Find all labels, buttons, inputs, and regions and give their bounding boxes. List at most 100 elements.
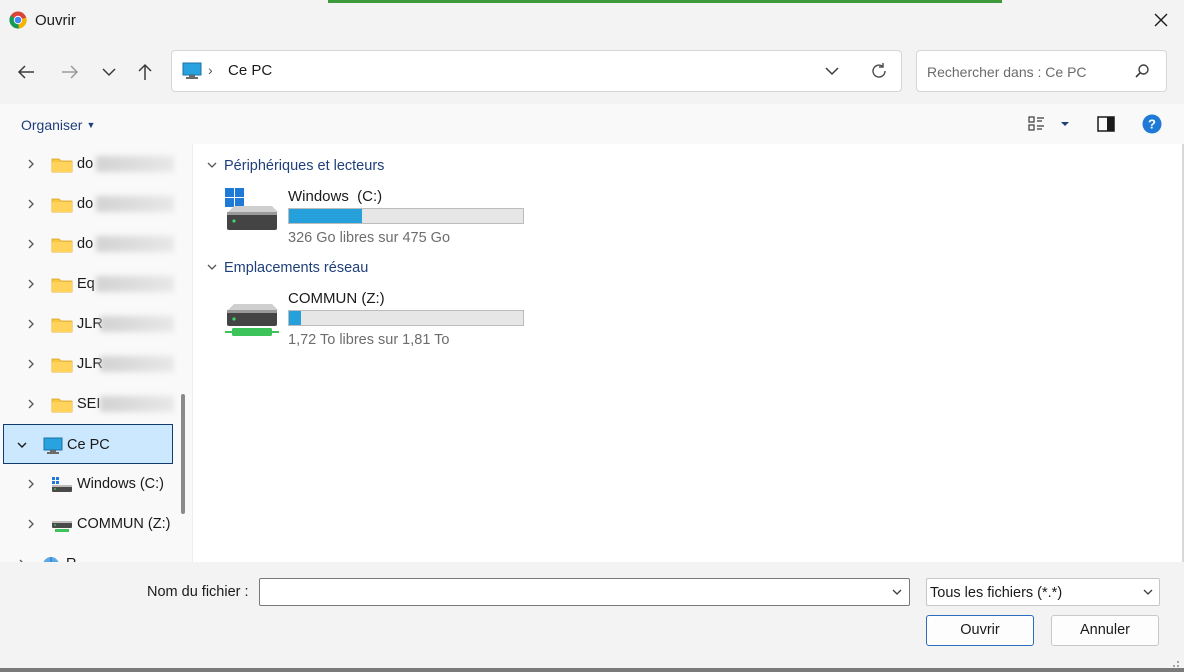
svg-text:?: ? <box>1148 117 1156 132</box>
chevron-down-icon[interactable] <box>97 60 121 84</box>
chevron-down-icon <box>207 162 217 168</box>
breadcrumb-location[interactable]: Ce PC <box>228 62 272 79</box>
chevron-right-icon[interactable] <box>25 237 37 251</box>
redacted-text <box>100 356 174 372</box>
sidebar-item-label: Ce PC <box>67 437 110 453</box>
sidebar-item-folder[interactable]: JLR <box>0 344 175 384</box>
chevron-right-icon[interactable] <box>25 277 37 291</box>
resize-grip-icon[interactable] <box>1170 658 1180 668</box>
windows-drive-icon <box>225 188 278 230</box>
preview-pane-icon[interactable] <box>1096 115 1116 133</box>
sidebar-item-label: Eq <box>77 276 95 292</box>
redacted-text <box>96 196 174 212</box>
folder-icon <box>51 318 73 333</box>
filename-combobox <box>259 578 910 606</box>
search-box <box>916 50 1167 92</box>
sidebar-item-this-pc[interactable]: Ce PC <box>3 424 173 464</box>
drive-free-space: 326 Go libres sur 475 Go <box>288 230 451 246</box>
sidebar-item-network[interactable]: R <box>0 544 175 562</box>
chevron-right-icon[interactable] <box>25 477 37 491</box>
title-bar: Ouvrir <box>0 0 1184 40</box>
chevron-down-icon[interactable] <box>822 61 842 81</box>
content-pane: Périphériques et lecteurs Windows (C:) 3… <box>194 144 1182 562</box>
window-title: Ouvrir <box>35 12 76 29</box>
sidebar-item-label: JLR <box>77 356 103 372</box>
drive-usage-bar <box>288 208 524 224</box>
drive-name: COMMUN (Z:) <box>288 290 385 307</box>
sidebar-item-label: do <box>77 236 94 252</box>
filetype-value: Tous les fichiers (*.*) <box>930 585 1063 601</box>
dialog-footer: Nom du fichier : Tous les fichiers (*.*)… <box>0 562 1184 672</box>
folder-icon <box>51 398 73 413</box>
chevron-down-icon[interactable] <box>890 585 904 599</box>
filename-label: Nom du fichier : <box>147 584 249 600</box>
folder-icon <box>51 238 73 253</box>
address-bar[interactable]: › Ce PC <box>171 50 902 92</box>
redacted-text <box>100 316 174 332</box>
drive-usage-bar <box>288 310 524 326</box>
sidebar-item-label: COMMUN (Z:) <box>77 516 171 532</box>
folder-icon <box>51 158 73 173</box>
sidebar-item-folder[interactable]: JLR <box>0 304 175 344</box>
refresh-icon[interactable] <box>869 61 889 81</box>
cancel-button[interactable]: Annuler <box>1051 615 1159 646</box>
open-button[interactable]: Ouvrir <box>926 615 1034 646</box>
sidebar-item-label: do <box>77 156 94 172</box>
drive-free-space: 1,72 To libres sur 1,81 To <box>288 332 450 348</box>
chrome-icon <box>9 11 27 29</box>
redacted-text <box>96 276 174 292</box>
chevron-right-icon[interactable] <box>25 317 37 331</box>
sidebar-item-folder[interactable]: SEI <box>0 384 175 424</box>
arrow-up-icon[interactable] <box>133 60 157 84</box>
sidebar-item-folder[interactable]: do <box>0 144 175 184</box>
caret-down-icon[interactable] <box>1058 115 1072 133</box>
sidebar-item-drive-c[interactable]: Windows (C:) <box>0 464 175 504</box>
sidebar-item-label: JLR <box>77 316 103 332</box>
chevron-right-icon[interactable] <box>25 197 37 211</box>
computer-icon <box>182 62 202 79</box>
folder-icon <box>51 198 73 213</box>
chevron-down-icon <box>207 264 217 270</box>
close-icon[interactable] <box>1150 9 1172 31</box>
sidebar-scrollbar[interactable] <box>181 394 185 514</box>
group-header-devices[interactable]: Périphériques et lecteurs <box>206 158 384 174</box>
view-details-icon[interactable] <box>1028 115 1046 133</box>
computer-icon <box>43 437 63 454</box>
filename-input[interactable] <box>264 582 878 604</box>
navigation-pane: do do do Eq JLR JLR SEI Ce PC Windows (C… <box>0 144 193 562</box>
network-drive-icon <box>52 521 72 532</box>
folder-icon <box>51 358 73 373</box>
breadcrumb-separator: › <box>208 62 213 78</box>
drive-name: Windows (C:) <box>288 188 383 205</box>
chevron-right-icon[interactable] <box>25 357 37 371</box>
organise-menu[interactable]: Organiser ▼ <box>21 117 95 133</box>
group-title: Périphériques et lecteurs <box>224 158 385 174</box>
search-icon[interactable] <box>1133 62 1151 80</box>
command-toolbar: Organiser ▼ ? <box>0 104 1184 144</box>
sidebar-item-folder[interactable]: do <box>0 184 175 224</box>
chevron-right-icon[interactable] <box>25 157 37 171</box>
network-drive-icon <box>225 304 279 336</box>
drive-usage-fill <box>289 209 362 223</box>
folder-icon <box>51 278 73 293</box>
arrow-left-icon[interactable] <box>14 60 38 84</box>
sidebar-item-drive-z[interactable]: COMMUN (Z:) <box>0 504 175 544</box>
filetype-select[interactable]: Tous les fichiers (*.*) <box>926 578 1160 606</box>
drive-tile-z[interactable]: COMMUN (Z:) 1,72 To libres sur 1,81 To <box>222 290 532 354</box>
window-edge <box>0 668 1184 672</box>
chevron-down-icon[interactable] <box>16 438 28 452</box>
chevron-right-icon[interactable] <box>25 517 37 531</box>
redacted-text <box>100 396 174 412</box>
windows-drive-icon <box>52 477 72 492</box>
sidebar-item-folder[interactable]: do <box>0 224 175 264</box>
chevron-right-icon[interactable] <box>25 397 37 411</box>
redacted-text <box>96 156 174 172</box>
search-input[interactable] <box>925 60 1129 84</box>
redacted-text <box>96 236 174 252</box>
sidebar-item-label: Windows (C:) <box>77 476 165 492</box>
sidebar-item-folder[interactable]: Eq <box>0 264 175 304</box>
group-header-network[interactable]: Emplacements réseau <box>206 260 368 276</box>
arrow-right-icon[interactable] <box>58 60 82 84</box>
help-icon[interactable]: ? <box>1142 114 1162 134</box>
drive-tile-c[interactable]: Windows (C:) 326 Go libres sur 475 Go <box>222 188 532 252</box>
